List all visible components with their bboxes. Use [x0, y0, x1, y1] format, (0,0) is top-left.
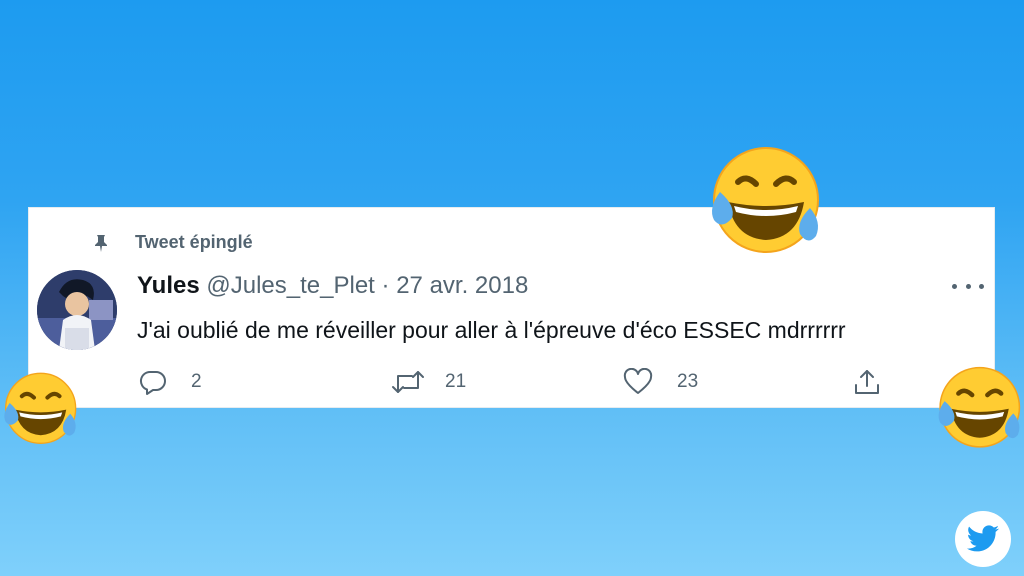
laughing-crying-emoji [706, 146, 824, 261]
tweet-header: Yules @Jules_te_Plet · 27 avr. 2018 [137, 272, 528, 300]
like-count: 23 [677, 371, 699, 392]
heart-icon [623, 368, 653, 394]
header-separator: · [381, 272, 390, 299]
reply-count: 2 [191, 371, 202, 392]
tweet-card[interactable]: Tweet épinglé Yules @Jules_te_Plet · 27 … [28, 207, 995, 408]
pin-icon [91, 233, 111, 253]
author-handle[interactable]: @Jules_te_Plet [206, 272, 374, 299]
author-name[interactable]: Yules [137, 272, 200, 299]
retweet-button[interactable]: 21 [391, 368, 466, 396]
twitter-bird-icon [955, 511, 1011, 567]
retweet-icon [392, 371, 424, 393]
avatar[interactable] [37, 270, 117, 350]
laughing-crying-emoji [934, 366, 1024, 455]
laughing-crying-emoji [0, 372, 80, 451]
more-icon[interactable] [952, 276, 984, 296]
tweet-text: J'ai oublié de me réveiller pour aller à… [137, 317, 846, 343]
pinned-label: Tweet épinglé [135, 232, 253, 252]
pinned-indicator: Tweet épinglé [91, 232, 253, 253]
reply-icon [139, 370, 166, 395]
like-button[interactable]: 23 [623, 368, 698, 396]
share-button[interactable] [853, 368, 881, 396]
retweet-count: 21 [445, 371, 467, 392]
reply-button[interactable]: 2 [139, 368, 202, 396]
share-icon [855, 370, 879, 394]
tweet-date[interactable]: 27 avr. 2018 [396, 272, 528, 299]
tweet-actions: 2 21 23 [139, 368, 879, 398]
